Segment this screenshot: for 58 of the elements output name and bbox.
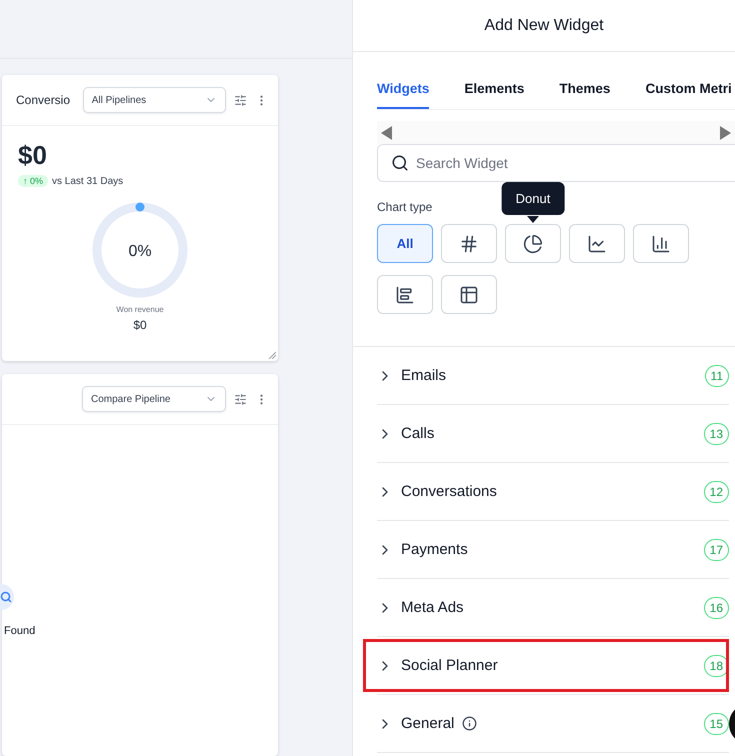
category-row[interactable]: Emails 11 (377, 347, 729, 405)
horizontal-bar-chart-icon (395, 284, 415, 304)
count-badge: 18 (704, 654, 729, 676)
category-row[interactable]: Social Planner 18 (377, 637, 729, 695)
empty-state-text: Found (4, 625, 36, 637)
resize-handle[interactable] (268, 351, 276, 359)
category-name: Meta Ads (401, 599, 464, 616)
category-row[interactable]: Meta Ads 16 (377, 579, 729, 637)
panel-title: Add New Widget (353, 0, 735, 52)
category-name: Emails (401, 367, 446, 384)
caption-value: $0 (133, 318, 147, 332)
tooltip: Donut (502, 182, 564, 215)
category-row[interactable]: Payments 17 (377, 521, 729, 579)
scroll-left-icon[interactable] (381, 126, 392, 140)
pie-chart-icon (523, 234, 543, 254)
tab[interactable]: Elements (464, 73, 524, 109)
donut-gauge: 0% (91, 201, 189, 299)
chart-type-button[interactable] (377, 275, 433, 314)
count-badge: 15 (704, 712, 729, 734)
scroll-right-icon[interactable] (720, 126, 731, 140)
category-name: General (401, 715, 454, 732)
tab[interactable]: Widgets (377, 73, 430, 109)
category-name: Conversations (401, 483, 497, 500)
chart-type-button[interactable] (569, 224, 625, 263)
count-badge: 17 (704, 538, 729, 560)
category-row[interactable]: Calls 13 (377, 405, 729, 463)
all-button[interactable]: All (377, 224, 433, 263)
chart-type-button[interactable] (633, 224, 689, 263)
tooltip-arrow (527, 216, 539, 223)
tab[interactable]: Themes (559, 73, 610, 109)
category-name: Social Planner (401, 657, 498, 674)
comparison-text: vs Last 31 Days (52, 176, 124, 186)
hash-icon (459, 234, 479, 254)
settings-icon[interactable] (234, 392, 247, 406)
change-badge: ↑ 0% (18, 175, 48, 187)
bar-chart-icon (651, 234, 671, 254)
count-badge: 11 (704, 364, 729, 386)
count-badge: 13 (704, 422, 729, 444)
chart-type-button[interactable] (441, 224, 497, 263)
widget-value: $0 (18, 140, 47, 171)
line-chart-icon (587, 234, 607, 254)
pipeline-dropdown[interactable]: Compare Pipeline (82, 386, 226, 412)
category-name: Calls (401, 425, 434, 442)
tab[interactable]: Custom Metri (645, 73, 732, 109)
category-row[interactable]: General 15 (377, 695, 729, 753)
chart-type-button[interactable] (441, 275, 497, 314)
category-row[interactable]: Conversations 12 (377, 463, 729, 521)
table-icon (459, 284, 479, 304)
settings-icon[interactable] (234, 94, 247, 106)
search-field[interactable]: Search Widget (377, 144, 735, 182)
category-name: Payments (401, 541, 468, 558)
chart-type-label: Chart type (377, 200, 432, 214)
pipeline-dropdown[interactable]: All Pipelines (82, 87, 226, 113)
count-badge: 12 (704, 480, 729, 502)
count-badge: 16 (704, 596, 729, 618)
caption: Won revenue (116, 305, 164, 314)
search-icon (391, 154, 409, 172)
widget-title: Conversio (16, 93, 72, 107)
